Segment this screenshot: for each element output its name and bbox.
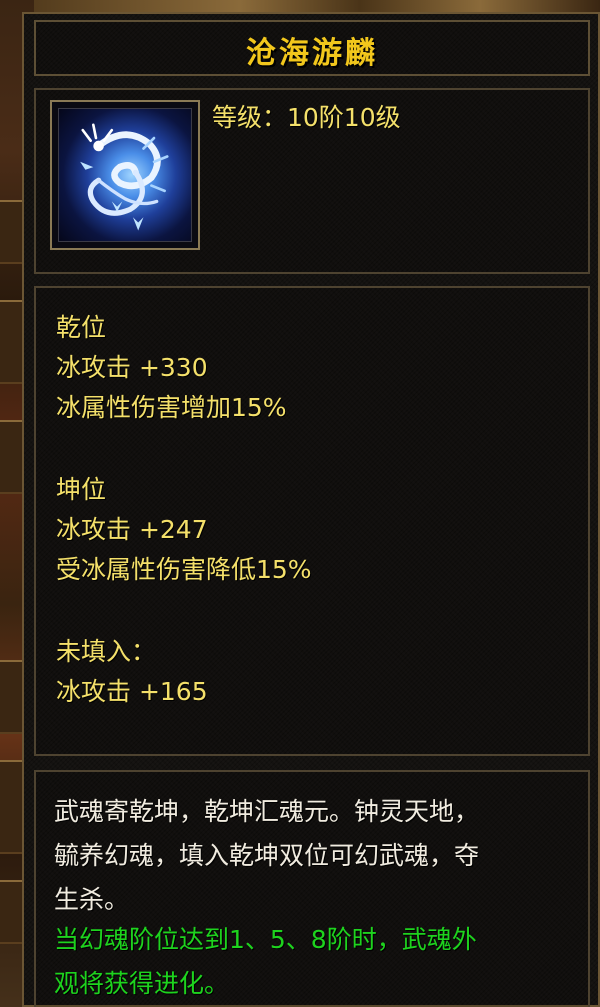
kun-attr-line: 冰攻击 +247: [56, 515, 208, 544]
qian-heading: 乾位: [56, 313, 107, 342]
ice-dragon-icon-graphic: [80, 123, 169, 231]
kun-attr-line: 受冰属性伤害降低15%: [56, 555, 312, 584]
top-game-frame: [0, 0, 600, 12]
kun-position-group: 坤位 冰攻击 +247 受冰属性伤害降低15%: [56, 470, 312, 590]
flavor-text: 武魂寄乾坤，乾坤汇魂元。钟灵天地， 毓养幻魂，填入乾坤双位可幻武魂，夺 生杀。: [54, 790, 584, 922]
evolution-hint-line: 当幻魂阶位达到1、5、8阶时，武魂外: [54, 925, 477, 954]
flavor-line: 毓养幻魂，填入乾坤双位可幻武魂，夺: [54, 841, 480, 870]
unfilled-attr-line: 冰攻击 +165: [56, 677, 208, 706]
tooltip-title-bar: 沧海游麟: [34, 20, 590, 76]
item-icon-frame: [50, 100, 200, 250]
qian-attr-line: 冰属性伤害增加15%: [56, 393, 287, 422]
qian-position-group: 乾位 冰攻击 +330 冰属性伤害增加15%: [56, 308, 287, 428]
flavor-line: 生杀。: [54, 885, 130, 914]
item-name: 沧海游麟: [246, 36, 378, 71]
item-level: 等级：10阶10级: [212, 103, 401, 132]
item-tooltip: 沧海游麟 等级：10阶10级 乾位 冰攻击 +330 冰属性伤害增加15% 坤位…: [22, 12, 600, 1007]
unfilled-heading: 未填入：: [56, 637, 157, 666]
kun-heading: 坤位: [56, 475, 107, 504]
evolution-hint-line: 观将获得进化。: [54, 969, 230, 998]
tooltip-header: 等级：10阶10级: [34, 88, 590, 274]
unfilled-group: 未填入： 冰攻击 +165: [56, 632, 208, 712]
attribute-section: 乾位 冰攻击 +330 冰属性伤害增加15% 坤位 冰攻击 +247 受冰属性伤…: [34, 286, 590, 756]
qian-attr-line: 冰攻击 +330: [56, 353, 208, 382]
description-section: 武魂寄乾坤，乾坤汇魂元。钟灵天地， 毓养幻魂，填入乾坤双位可幻武魂，夺 生杀。 …: [34, 770, 590, 1007]
ice-dragon-icon: [58, 108, 192, 242]
evolution-hint: 当幻魂阶位达到1、5、8阶时，武魂外 观将获得进化。: [54, 918, 584, 1006]
flavor-line: 武魂寄乾坤，乾坤汇魂元。钟灵天地，: [54, 797, 480, 826]
